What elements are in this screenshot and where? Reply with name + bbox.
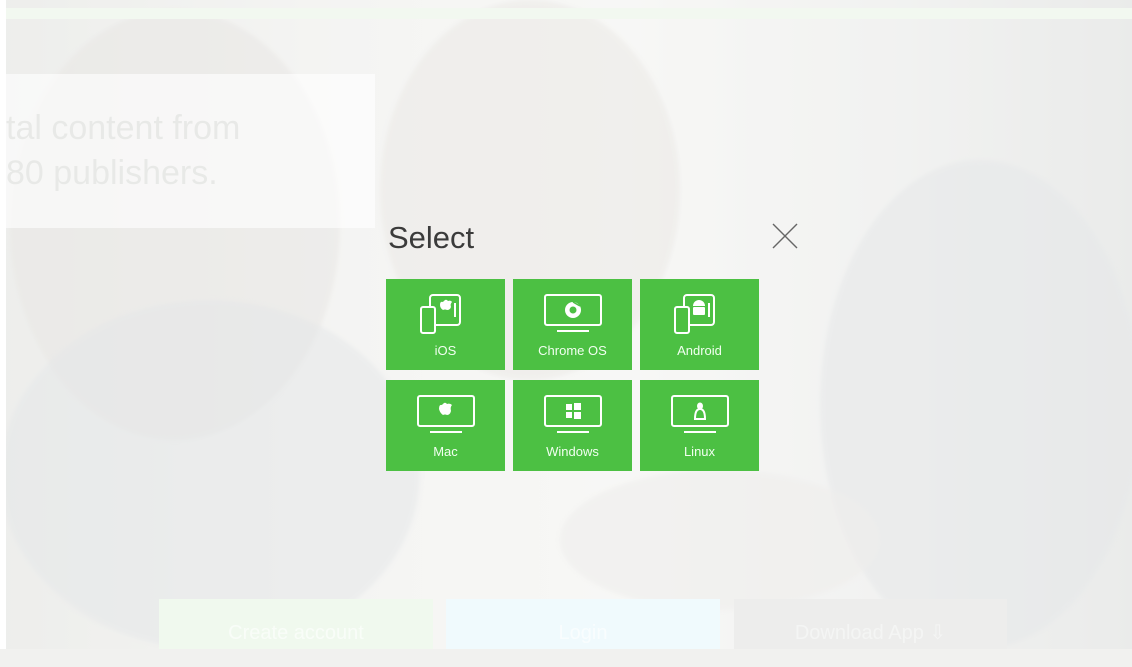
platform-tile-android[interactable]: Android	[640, 279, 759, 370]
platform-label-linux: Linux	[683, 444, 716, 459]
android-device-icon	[674, 294, 715, 334]
chrome-monitor-icon	[544, 294, 602, 332]
platform-tile-chrome-os[interactable]: Chrome OS	[513, 279, 632, 370]
platform-tile-mac[interactable]: Mac	[386, 380, 505, 471]
ios-device-icon	[420, 294, 461, 334]
close-icon	[772, 223, 798, 249]
platform-label-chrome-os: Chrome OS	[538, 343, 607, 358]
linux-monitor-icon	[671, 395, 729, 433]
platform-tile-ios[interactable]: iOS	[386, 279, 505, 370]
platform-label-windows: Windows	[546, 444, 599, 459]
platform-tile-linux[interactable]: Linux	[640, 380, 759, 471]
modal-title: Select	[388, 220, 475, 255]
windows-monitor-icon	[544, 395, 602, 433]
platform-label-android: Android	[677, 343, 722, 358]
platform-label-ios: iOS	[434, 343, 457, 358]
apple-monitor-icon	[417, 395, 475, 433]
platform-label-mac: Mac	[433, 444, 458, 459]
platform-tile-windows[interactable]: Windows	[513, 380, 632, 471]
close-button[interactable]	[771, 222, 799, 250]
